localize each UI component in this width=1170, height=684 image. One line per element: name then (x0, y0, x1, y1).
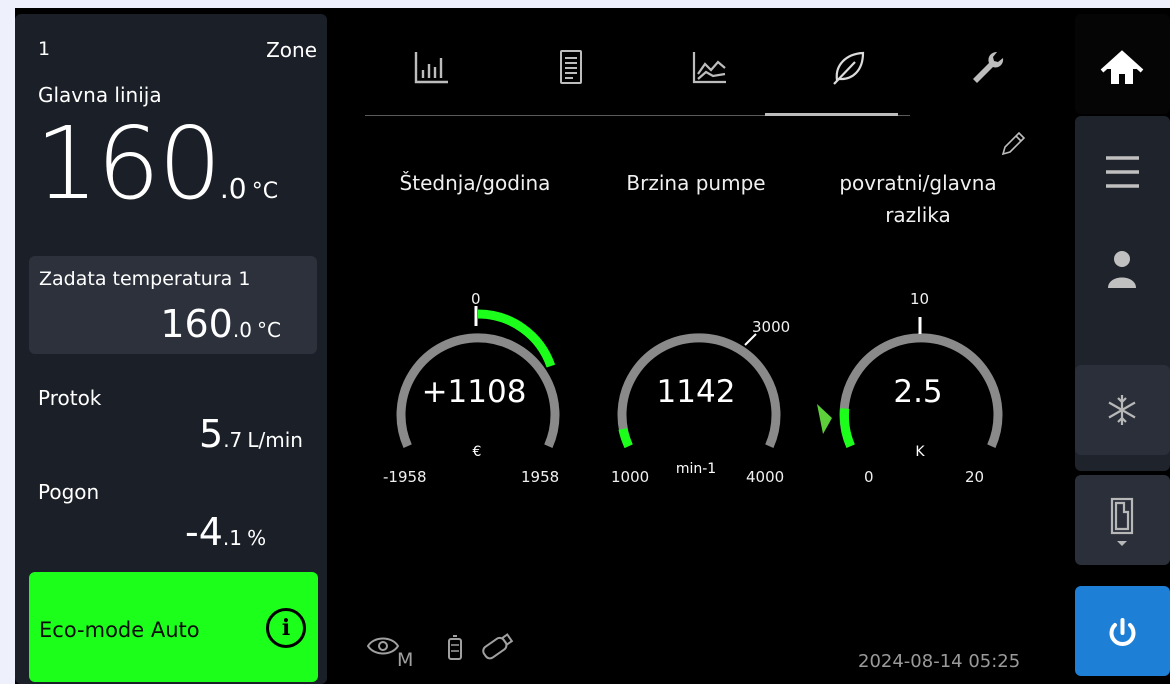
gauge-title-savings: Štednja/godina (399, 171, 551, 195)
zone-label: Zone (266, 38, 317, 62)
main-temperature: 160.0 °C (35, 114, 278, 214)
flow-value: 5.7 L/min (199, 412, 303, 456)
tab-statistics[interactable] (392, 38, 472, 108)
gauge-pump-min: 1000 (611, 468, 650, 486)
gauge-pump-max: 4000 (746, 468, 785, 486)
bar-chart-icon (414, 52, 448, 84)
screen: 1 Zone Glavna linija 160.0 °C Zadata tem… (15, 8, 1170, 684)
edit-pencil-icon[interactable] (999, 130, 1027, 162)
eco-mode-button[interactable]: Eco-mode Auto i (29, 572, 318, 682)
setpoint-label: Zadata temperatura 1 (39, 268, 251, 290)
tab-trend[interactable] (670, 38, 750, 108)
drive-dec: .1 (222, 526, 242, 550)
gauge-savings-max: 1958 (521, 468, 560, 486)
gauge-title-pump-speed: Brzina pumpe (626, 171, 766, 195)
zone-panel: 1 Zone Glavna linija 160.0 °C Zadata tem… (15, 14, 327, 684)
battery-icon (443, 628, 467, 668)
zone-number: 1 (38, 38, 51, 60)
door-button[interactable] (1075, 475, 1170, 565)
gauge-temp-diff-top-label: 10 (910, 290, 930, 308)
info-icon[interactable]: i (266, 608, 306, 648)
gauge-pump-fill (618, 427, 633, 449)
gauge-temp-diff-value: 2.5 (893, 374, 943, 410)
menu-button[interactable] (1075, 138, 1170, 208)
gauge-savings-min: -1958 (383, 468, 427, 486)
menu-icon (1106, 156, 1139, 188)
gauge-temp-diff-marker (817, 404, 832, 434)
snowflake-icon (1108, 395, 1136, 425)
gauge-temp-diff-min: 0 (864, 468, 874, 486)
gauge-pump-unit: min-1 (675, 461, 717, 477)
door-icon (1110, 497, 1134, 546)
gauge-pump-value: 1142 (656, 374, 736, 410)
home-button[interactable] (1075, 14, 1170, 114)
datetime: 2024-08-14 05:25 (858, 651, 1021, 672)
drive-value: -4.1 % (185, 510, 266, 554)
drive-label: Pogon (38, 480, 100, 504)
line-chart-icon (692, 52, 726, 84)
setpoint-int: 160 (160, 302, 233, 346)
flow-label: Protok (38, 386, 102, 410)
setpoint-unit: °C (257, 318, 281, 342)
usb-stick-icon (475, 628, 519, 668)
setpoint-value: 160.0 °C (160, 302, 281, 346)
gauge-savings-value: +1108 (421, 374, 527, 410)
mode-letter: M (397, 649, 414, 671)
setpoint-dec: .0 (232, 318, 252, 342)
home-icon (1100, 50, 1144, 84)
gauge-temp-diff-unit: K (915, 444, 925, 460)
setpoint-card[interactable]: Zadata temperatura 1 160.0 °C (29, 256, 317, 354)
user-button[interactable] (1075, 236, 1170, 306)
gauge-temp-diff-max: 20 (965, 468, 985, 486)
gauge-savings-top-label: 0 (471, 290, 481, 308)
line-name: Glavna linija (38, 83, 162, 107)
document-icon (560, 50, 582, 84)
gauge-savings-fill (477, 309, 556, 368)
main-temp-unit: °C (251, 179, 279, 204)
main-temp-dec: .0 (219, 172, 247, 205)
frost-button[interactable] (1075, 365, 1170, 455)
gauge-savings-unit: € (472, 444, 482, 460)
gauge-title-temp-diff-line2: razlika (885, 203, 951, 227)
drive-int: -4 (185, 510, 223, 554)
main-temp-int: 160 (35, 105, 222, 222)
user-icon (1108, 251, 1136, 288)
leaf-icon (833, 51, 865, 85)
gauge-temp-diff-fill (839, 408, 855, 448)
power-icon (1109, 618, 1136, 647)
tab-active-indicator (765, 113, 898, 116)
eye-icon (365, 628, 401, 668)
flow-dec: .7 (223, 428, 243, 452)
drive-unit: % (247, 526, 267, 550)
gauge-pump-top-label: 3000 (752, 318, 791, 336)
power-button[interactable] (1075, 586, 1170, 676)
tab-settings[interactable] (947, 38, 1027, 108)
gauge-title-temp-diff-line1: povratni/glavna (839, 171, 997, 195)
wrench-icon (973, 52, 1004, 83)
tab-log[interactable] (531, 38, 611, 108)
tab-eco[interactable] (809, 38, 889, 108)
flow-int: 5 (199, 412, 224, 456)
eco-mode-label: Eco-mode Auto (39, 618, 200, 642)
flow-unit: L/min (247, 428, 303, 452)
